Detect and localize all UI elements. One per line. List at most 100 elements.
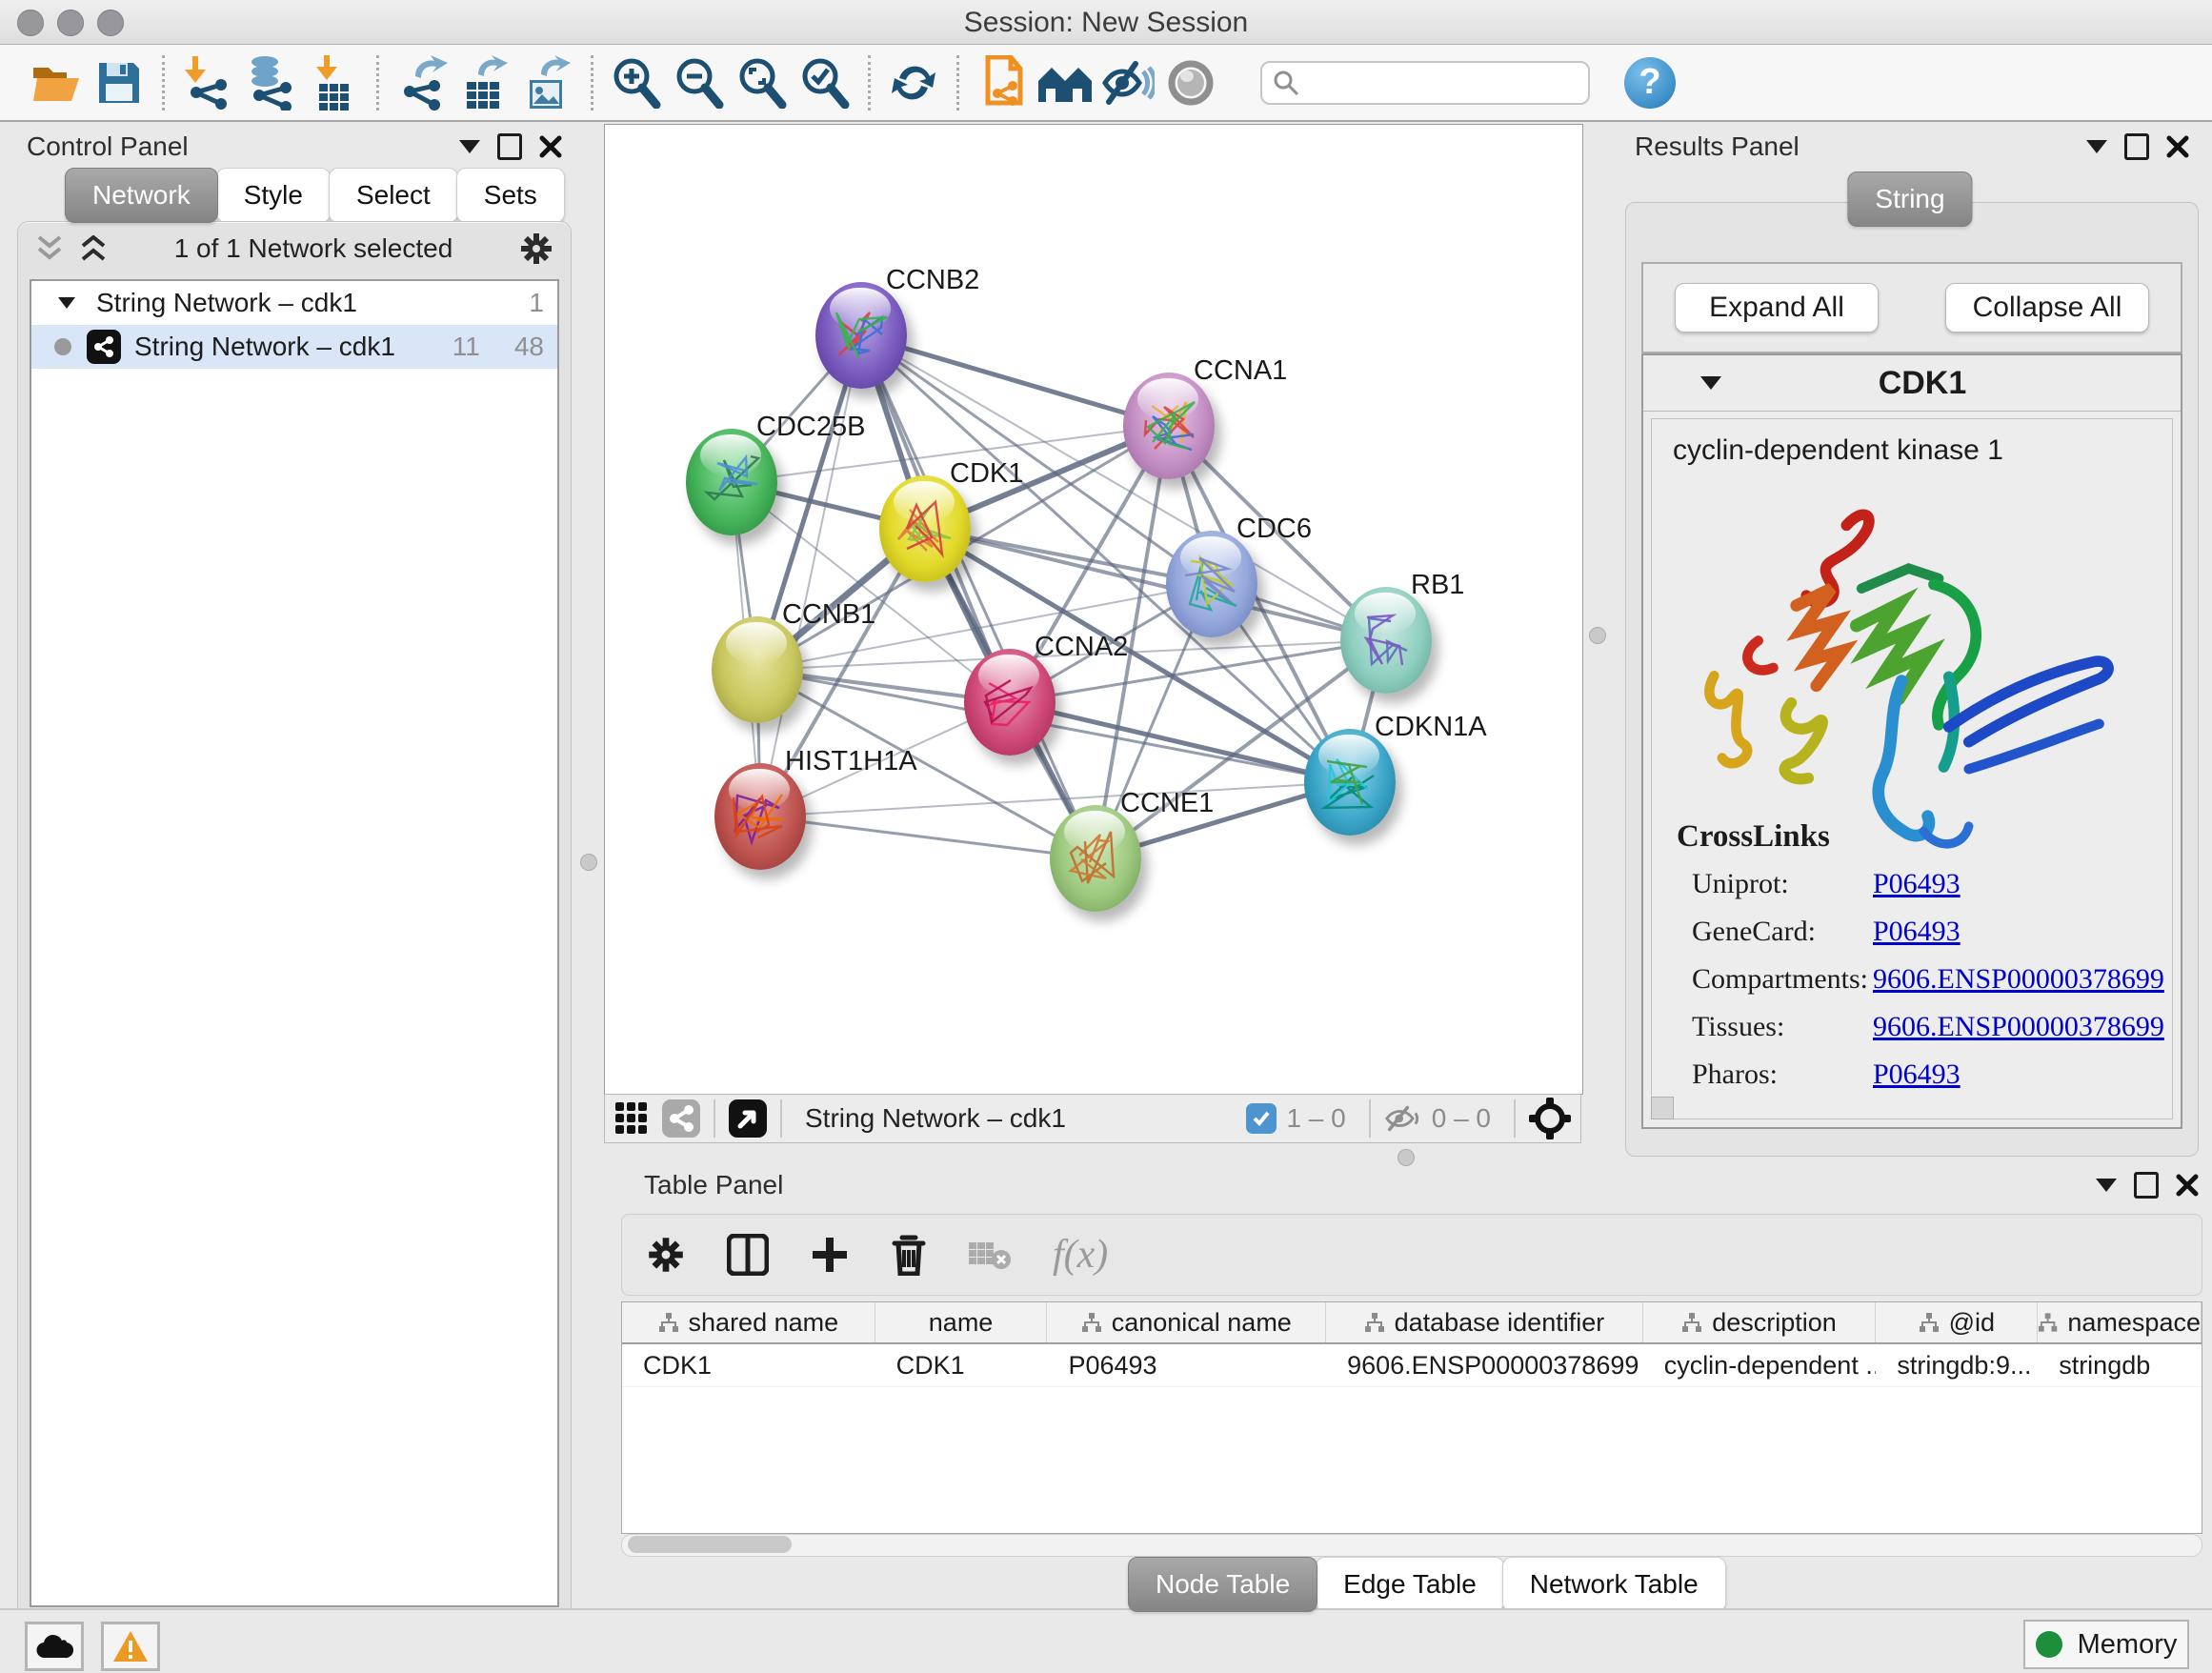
detach-view-icon[interactable] xyxy=(729,1099,767,1138)
panel-menu-icon[interactable] xyxy=(459,140,480,153)
network-node-CCNA1[interactable] xyxy=(1123,373,1215,479)
crosslink-link[interactable]: 9606.ENSP00000378699 xyxy=(1873,1011,2164,1043)
edge[interactable] xyxy=(861,335,1096,858)
tab-select[interactable]: Select xyxy=(329,168,458,223)
edge[interactable] xyxy=(861,335,1169,426)
zoom-in-icon[interactable] xyxy=(605,51,668,114)
tab-sets[interactable]: Sets xyxy=(456,168,565,223)
save-session-icon[interactable] xyxy=(88,51,151,114)
left-splitter-handle[interactable] xyxy=(580,854,597,871)
close-panel-icon[interactable] xyxy=(539,135,562,158)
tree-expander-icon[interactable] xyxy=(58,297,75,309)
table-row[interactable]: CDK1CDK1P064939606.ENSP00000378699cyclin… xyxy=(622,1344,2202,1387)
close-panel-icon[interactable] xyxy=(2176,1174,2199,1197)
network-node-CDK1[interactable] xyxy=(879,475,971,582)
enhanced-labels-orb-icon[interactable] xyxy=(1159,51,1222,114)
import-network-database-icon[interactable] xyxy=(239,51,302,114)
share-view-icon[interactable] xyxy=(662,1099,700,1138)
column-header-description[interactable]: description xyxy=(1643,1302,1877,1342)
table-cell[interactable]: P06493 xyxy=(1047,1344,1326,1386)
column-header-shared-name[interactable]: shared name xyxy=(622,1302,875,1342)
add-column-icon[interactable] xyxy=(811,1236,849,1274)
crosslink-link[interactable]: 9606.ENSP00000378699 xyxy=(1873,963,2164,996)
cloud-status-button[interactable] xyxy=(25,1622,84,1671)
memory-button[interactable]: Memory xyxy=(2023,1620,2189,1669)
network-node-CCNE1[interactable] xyxy=(1050,805,1141,912)
network-collection-row[interactable]: String Network – cdk1 1 xyxy=(31,281,557,325)
gene-expander-icon[interactable] xyxy=(1700,376,1721,390)
export-table-icon[interactable] xyxy=(453,51,516,114)
export-image-icon[interactable] xyxy=(516,51,579,114)
table-cell[interactable]: stringdb xyxy=(2038,1344,2202,1386)
tab-edge-table[interactable]: Edge Table xyxy=(1316,1557,1504,1612)
delete-column-icon[interactable] xyxy=(891,1234,927,1276)
network-node-RB1[interactable] xyxy=(1340,587,1432,694)
warning-status-button[interactable] xyxy=(101,1622,160,1671)
column-header-name[interactable]: name xyxy=(875,1302,1048,1342)
network-node-CDC6[interactable] xyxy=(1166,531,1257,637)
results-scroll-nub[interactable] xyxy=(1651,1097,1674,1119)
results-tab-string[interactable]: String xyxy=(1847,171,1972,227)
hidden-eye-icon[interactable] xyxy=(1384,1104,1422,1133)
table-options-gear-icon[interactable] xyxy=(647,1236,685,1274)
homology-houses-icon[interactable] xyxy=(1034,51,1096,114)
panel-menu-icon[interactable] xyxy=(2086,140,2107,153)
glass-effect-icon[interactable] xyxy=(1096,51,1159,114)
string-import-icon[interactable] xyxy=(971,51,1034,114)
network-node-CDKN1A[interactable] xyxy=(1304,729,1396,836)
float-panel-icon[interactable] xyxy=(497,133,522,160)
network-canvas[interactable]: CCNB2CCNA1CDC25BCDK1CDC6RB1CCNB1CCNA2CDK… xyxy=(604,124,1583,1095)
zoom-selected-icon[interactable] xyxy=(794,51,856,114)
network-options-gear-icon[interactable] xyxy=(519,232,553,266)
edge[interactable] xyxy=(760,335,861,816)
network-row-selected[interactable]: String Network – cdk1 11 48 xyxy=(31,325,557,369)
selected-checkbox-icon[interactable] xyxy=(1246,1103,1277,1134)
table-horizontal-scrollbar[interactable] xyxy=(621,1534,2202,1557)
edge[interactable] xyxy=(760,816,1096,858)
refresh-icon[interactable] xyxy=(882,51,945,114)
column-header-canonical-name[interactable]: canonical name xyxy=(1047,1302,1326,1342)
birdseye-crosshair-icon[interactable] xyxy=(1529,1098,1571,1139)
column-header-@id[interactable]: @id xyxy=(1876,1302,2038,1342)
table-cell[interactable]: stringdb:9... xyxy=(1876,1344,2038,1386)
close-panel-icon[interactable] xyxy=(2166,135,2189,158)
function-builder-icon[interactable]: f(x) xyxy=(1053,1232,1108,1278)
table-cell[interactable]: 9606.ENSP00000378699 xyxy=(1326,1344,1643,1386)
zoom-out-icon[interactable] xyxy=(668,51,731,114)
network-node-CCNB2[interactable] xyxy=(815,282,907,389)
expand-all-icon[interactable] xyxy=(79,235,108,262)
crosslink-link[interactable]: P06493 xyxy=(1873,916,1961,948)
search-input[interactable] xyxy=(1300,67,1571,98)
open-session-icon[interactable] xyxy=(25,51,88,114)
table-cell[interactable]: CDK1 xyxy=(875,1344,1048,1386)
import-table-file-icon[interactable] xyxy=(302,51,365,114)
crosslink-link[interactable]: P06493 xyxy=(1873,868,1961,900)
tab-style[interactable]: Style xyxy=(216,168,331,223)
column-header-database-identifier[interactable]: database identifier xyxy=(1326,1302,1643,1342)
export-network-icon[interactable] xyxy=(391,51,453,114)
collapse-all-icon[interactable] xyxy=(35,235,64,262)
table-cell[interactable]: CDK1 xyxy=(622,1344,875,1386)
float-panel-icon[interactable] xyxy=(2134,1172,2159,1199)
panel-menu-icon[interactable] xyxy=(2096,1179,2117,1192)
zoom-fit-icon[interactable] xyxy=(731,51,794,114)
network-node-CDC25B[interactable] xyxy=(686,429,777,535)
expand-all-button[interactable]: Expand All xyxy=(1675,283,1879,333)
column-header-namespace[interactable]: namespace xyxy=(2038,1302,2202,1342)
collapse-all-button[interactable]: Collapse All xyxy=(1945,283,2149,333)
float-panel-icon[interactable] xyxy=(2124,133,2149,160)
tab-node-table[interactable]: Node Table xyxy=(1128,1557,1317,1612)
tab-network-table[interactable]: Network Table xyxy=(1502,1557,1726,1612)
tab-network[interactable]: Network xyxy=(65,168,218,223)
edge[interactable] xyxy=(1010,702,1350,782)
crosslink-link[interactable]: P06493 xyxy=(1873,1058,1961,1091)
scrollbar-thumb[interactable] xyxy=(628,1536,792,1553)
network-node-CCNA2[interactable] xyxy=(964,649,1056,756)
network-node-CCNB1[interactable] xyxy=(712,616,803,723)
right-splitter-handle[interactable] xyxy=(1589,627,1606,644)
table-cell[interactable]: cyclin-dependent ... xyxy=(1643,1344,1877,1386)
grid-view-icon[interactable] xyxy=(614,1101,649,1136)
import-network-file-icon[interactable] xyxy=(176,51,239,114)
network-node-HIST1H1A[interactable] xyxy=(714,763,806,870)
show-columns-icon[interactable] xyxy=(727,1234,769,1276)
